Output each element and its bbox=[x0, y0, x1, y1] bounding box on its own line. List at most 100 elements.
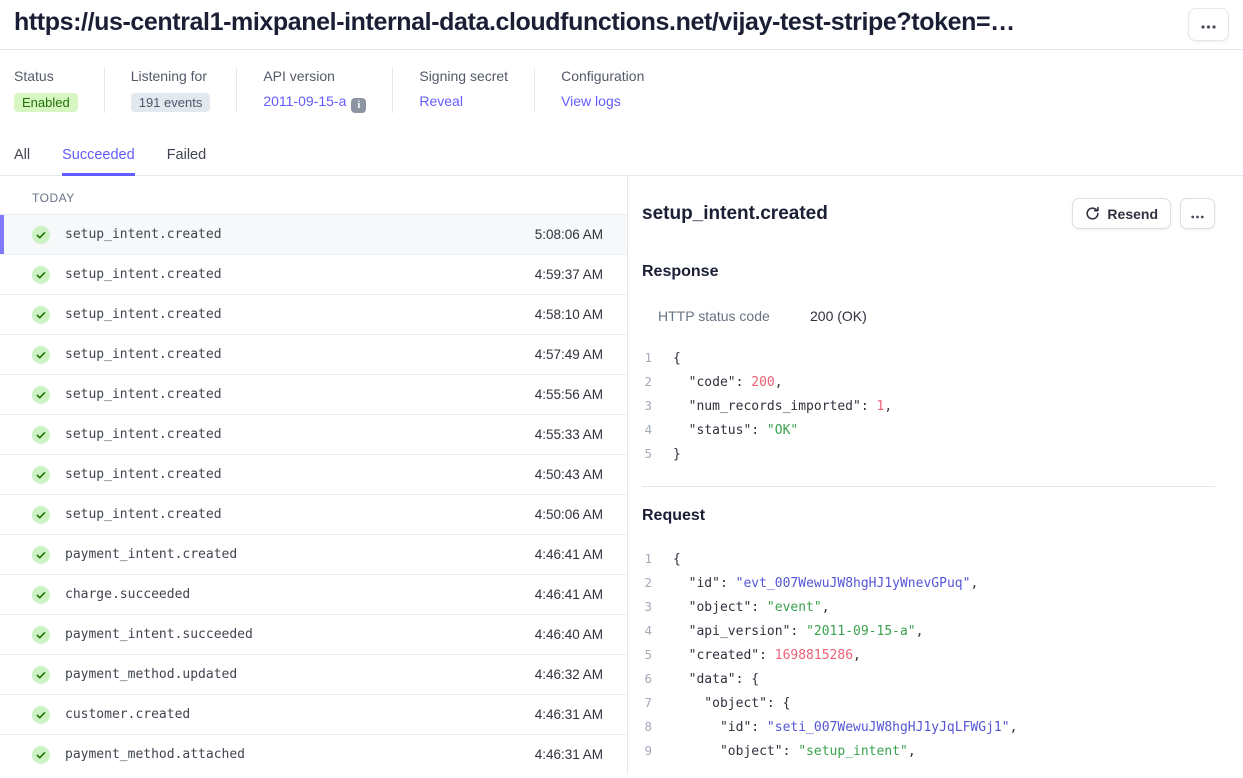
detail-title: setup_intent.created bbox=[642, 203, 828, 225]
event-list-item[interactable]: setup_intent.created4:50:06 AM bbox=[0, 495, 627, 535]
line-number: 4 bbox=[642, 418, 652, 441]
code-line: 3 "num_records_imported": 1, bbox=[642, 394, 1215, 418]
resend-button[interactable]: Resend bbox=[1072, 198, 1171, 229]
code-line: 8 "id": "seti_007WewuJW8hgHJ1yJqLFWGj1", bbox=[642, 715, 1215, 739]
event-name: setup_intent.created bbox=[65, 427, 535, 442]
resend-button-label: Resend bbox=[1107, 206, 1158, 222]
event-list-item[interactable]: setup_intent.created4:55:56 AM bbox=[0, 375, 627, 415]
detail-header: setup_intent.created Resend bbox=[642, 198, 1215, 229]
refresh-icon bbox=[1085, 206, 1100, 221]
code-line: 9 "object": "setup_intent", bbox=[642, 739, 1215, 763]
event-name: payment_intent.succeeded bbox=[65, 627, 535, 642]
event-filter-tabs: All Succeeded Failed bbox=[0, 147, 1243, 176]
check-circle-icon bbox=[32, 706, 50, 724]
event-time: 5:08:06 AM bbox=[535, 227, 603, 242]
line-number: 7 bbox=[642, 691, 652, 714]
event-list-item[interactable]: charge.succeeded4:46:41 AM bbox=[0, 575, 627, 615]
http-status-value: 200 (OK) bbox=[810, 308, 867, 324]
event-list-item[interactable]: payment_method.attached4:46:31 AM bbox=[0, 735, 627, 774]
event-time: 4:58:10 AM bbox=[535, 307, 603, 322]
api-version-column: API version 2011-09-15-a i bbox=[236, 68, 392, 113]
line-number: 1 bbox=[642, 346, 652, 369]
event-time: 4:57:49 AM bbox=[535, 347, 603, 362]
event-name: setup_intent.created bbox=[65, 467, 535, 482]
signing-secret-label: Signing secret bbox=[419, 68, 508, 84]
event-name: setup_intent.created bbox=[65, 227, 535, 242]
event-time: 4:46:31 AM bbox=[535, 707, 603, 722]
info-icon: i bbox=[351, 98, 366, 113]
request-heading: Request bbox=[642, 507, 1215, 525]
event-name: setup_intent.created bbox=[65, 307, 535, 322]
event-name: customer.created bbox=[65, 707, 535, 722]
reveal-secret-link[interactable]: Reveal bbox=[419, 93, 463, 109]
event-name: setup_intent.created bbox=[65, 267, 535, 282]
check-circle-icon bbox=[32, 626, 50, 644]
event-name: charge.succeeded bbox=[65, 587, 535, 602]
line-number: 4 bbox=[642, 619, 652, 642]
tab-succeeded[interactable]: Succeeded bbox=[62, 147, 135, 176]
event-list-item[interactable]: payment_intent.created4:46:41 AM bbox=[0, 535, 627, 575]
event-list-item[interactable]: setup_intent.created4:59:37 AM bbox=[0, 255, 627, 295]
response-heading: Response bbox=[642, 263, 1215, 281]
response-code-block: 1{2 "code": 200,3 "num_records_imported"… bbox=[642, 346, 1215, 466]
check-circle-icon bbox=[32, 306, 50, 324]
line-number: 2 bbox=[642, 571, 652, 594]
ellipsis-icon bbox=[1191, 206, 1204, 222]
detail-overflow-button[interactable] bbox=[1180, 198, 1215, 229]
ellipsis-icon bbox=[1201, 17, 1216, 32]
list-group-label: TODAY bbox=[0, 176, 627, 215]
api-version-link[interactable]: 2011-09-15-a bbox=[263, 93, 346, 109]
event-count-badge: 191 events bbox=[131, 93, 211, 112]
event-time: 4:46:32 AM bbox=[535, 667, 603, 682]
line-number: 1 bbox=[642, 547, 652, 570]
api-version-label: API version bbox=[263, 68, 366, 84]
page-overflow-button[interactable] bbox=[1188, 8, 1229, 41]
tab-failed[interactable]: Failed bbox=[167, 147, 207, 175]
check-circle-icon bbox=[32, 466, 50, 484]
code-line: 5 "created": 1698815286, bbox=[642, 643, 1215, 667]
line-number: 3 bbox=[642, 394, 652, 417]
http-status-row: HTTP status code 200 (OK) bbox=[642, 308, 1215, 324]
listening-column: Listening for 191 events bbox=[104, 68, 237, 113]
event-name: setup_intent.created bbox=[65, 387, 535, 402]
event-time: 4:50:06 AM bbox=[535, 507, 603, 522]
event-list-item[interactable]: payment_method.updated4:46:32 AM bbox=[0, 655, 627, 695]
event-list-item[interactable]: customer.created4:46:31 AM bbox=[0, 695, 627, 735]
event-list-item[interactable]: setup_intent.created4:58:10 AM bbox=[0, 295, 627, 335]
event-list-item[interactable]: payment_intent.succeeded4:46:40 AM bbox=[0, 615, 627, 655]
line-number: 5 bbox=[642, 442, 652, 465]
event-time: 4:46:41 AM bbox=[535, 587, 603, 602]
tab-all[interactable]: All bbox=[14, 147, 30, 175]
page-header: https://us-central1-mixpanel-internal-da… bbox=[0, 0, 1243, 50]
event-list-item[interactable]: setup_intent.created5:08:06 AM bbox=[0, 215, 627, 255]
event-list-item[interactable]: setup_intent.created4:55:33 AM bbox=[0, 415, 627, 455]
event-list-pane: TODAY setup_intent.created5:08:06 AMsetu… bbox=[0, 176, 628, 774]
event-rows: setup_intent.created5:08:06 AMsetup_inte… bbox=[0, 215, 627, 774]
line-number: 2 bbox=[642, 370, 652, 393]
code-line: 4 "status": "OK" bbox=[642, 418, 1215, 442]
line-number: 9 bbox=[642, 739, 652, 762]
event-name: payment_method.attached bbox=[65, 747, 535, 762]
http-status-label: HTTP status code bbox=[658, 308, 810, 324]
event-detail-pane: setup_intent.created Resend bbox=[628, 176, 1243, 774]
event-name: setup_intent.created bbox=[65, 347, 535, 362]
event-name: payment_method.updated bbox=[65, 667, 535, 682]
code-line: 1{ bbox=[642, 346, 1215, 370]
code-line: 1{ bbox=[642, 547, 1215, 571]
line-number: 3 bbox=[642, 595, 652, 618]
signing-secret-column: Signing secret Reveal bbox=[392, 68, 534, 113]
check-circle-icon bbox=[32, 346, 50, 364]
endpoint-meta-row: Status Enabled Listening for 191 events … bbox=[0, 50, 1243, 113]
event-list-item[interactable]: setup_intent.created4:57:49 AM bbox=[0, 335, 627, 375]
detail-actions: Resend bbox=[1072, 198, 1215, 229]
listening-label: Listening for bbox=[131, 68, 211, 84]
check-circle-icon bbox=[32, 426, 50, 444]
view-logs-link[interactable]: View logs bbox=[561, 93, 621, 109]
event-list-item[interactable]: setup_intent.created4:50:43 AM bbox=[0, 455, 627, 495]
event-time: 4:55:33 AM bbox=[535, 427, 603, 442]
configuration-label: Configuration bbox=[561, 68, 644, 84]
code-line: 6 "data": { bbox=[642, 667, 1215, 691]
code-line: 2 "code": 200, bbox=[642, 370, 1215, 394]
event-time: 4:46:40 AM bbox=[535, 627, 603, 642]
check-circle-icon bbox=[32, 746, 50, 764]
